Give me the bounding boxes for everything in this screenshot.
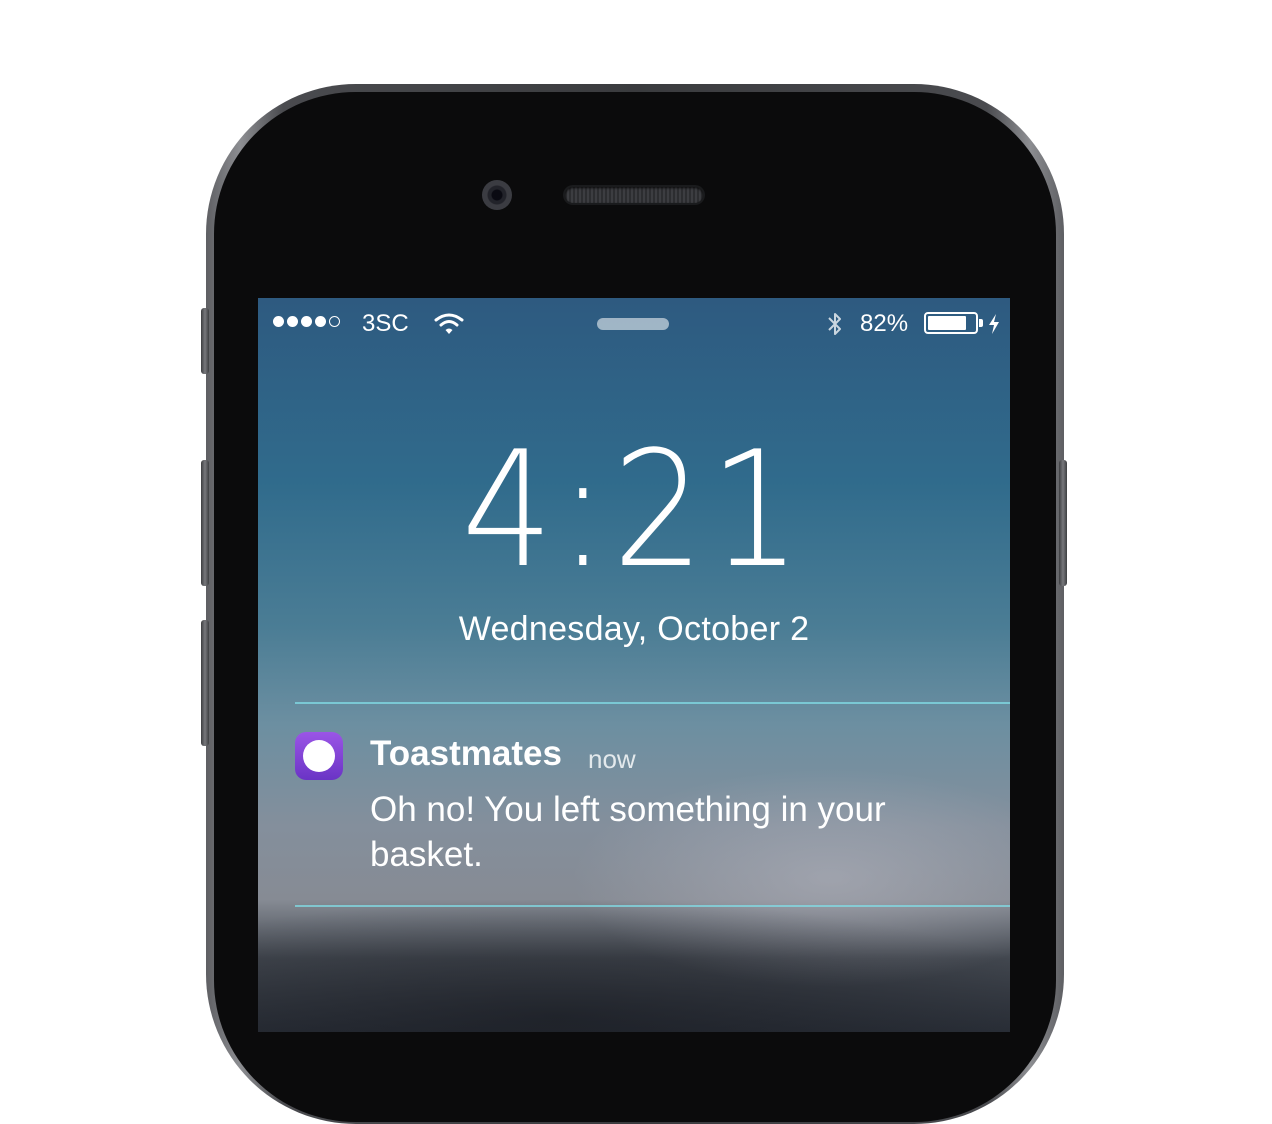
volume-up-button (201, 460, 209, 586)
toastmates-app-icon[interactable] (295, 732, 343, 780)
signal-strength-indicator (273, 316, 340, 327)
notification-time: now (588, 744, 636, 774)
wifi-icon (434, 312, 464, 341)
battery-level-fill (928, 316, 966, 330)
charging-bolt-icon (987, 313, 1001, 340)
power-button (1059, 460, 1067, 586)
notification-divider-top (295, 702, 1010, 704)
earpiece-speaker (565, 187, 703, 203)
volume-down-button (201, 620, 209, 746)
notification-message[interactable]: Oh no! You left something in your basket… (370, 787, 990, 877)
signal-dot (273, 316, 284, 327)
bluetooth-icon (826, 311, 844, 342)
app-icon-circle (303, 740, 335, 772)
battery-tip (979, 319, 983, 327)
carrier-name: 3SC (362, 310, 409, 337)
battery-percentage: 82% (860, 310, 909, 337)
mute-switch (201, 308, 209, 374)
lock-screen-date: Wednesday, October 2 (458, 610, 810, 648)
front-camera (482, 180, 512, 210)
notification-divider-bottom (295, 905, 1010, 907)
notification-app-name: Toastmates (370, 734, 562, 773)
signal-dot (329, 316, 340, 327)
lock-screen: 3SC 82% 4:21 Wednesday, October 2 Toastm… (258, 298, 1010, 1032)
signal-dot (287, 316, 298, 327)
signal-dot (301, 316, 312, 327)
battery-icon (924, 312, 978, 334)
lock-screen-clock: 4:21 (461, 416, 807, 603)
wallpaper-shadow (258, 898, 1010, 1032)
status-bar: 3SC 82% (258, 308, 1010, 338)
notification-center-grabber[interactable] (597, 318, 669, 330)
signal-dot (315, 316, 326, 327)
